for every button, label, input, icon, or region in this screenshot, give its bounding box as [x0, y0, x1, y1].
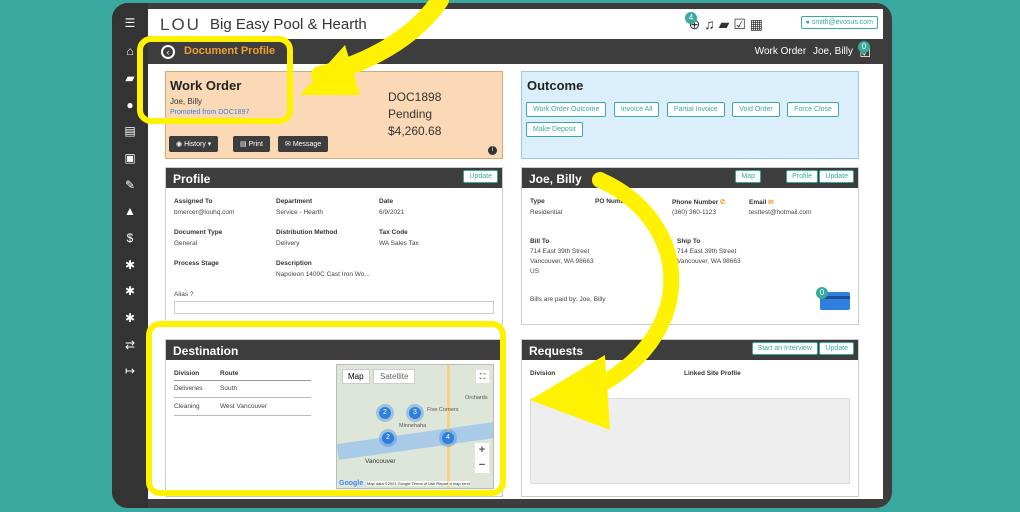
arrow-top-head [300, 45, 360, 95]
annotation-arrows [300, 0, 680, 430]
arrow-right-head [530, 355, 610, 430]
arrow-right-shaft [592, 172, 680, 393]
